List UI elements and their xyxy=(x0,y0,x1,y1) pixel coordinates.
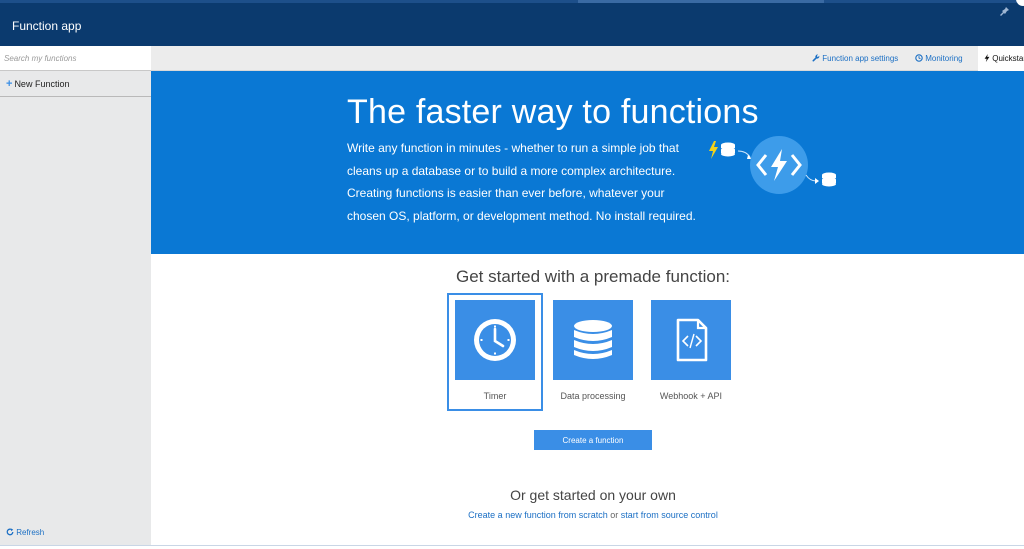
premade-title: Get started with a premade function: xyxy=(455,267,731,286)
new-function-button[interactable]: + New Function xyxy=(0,71,151,97)
monitor-clock-icon xyxy=(915,54,923,62)
data-processing-tile[interactable]: Data processing xyxy=(553,300,633,412)
create-from-scratch-link[interactable]: Create a new function from scratch xyxy=(468,510,608,520)
clock-icon xyxy=(474,319,516,361)
sidebar: +New Function Refresh xyxy=(0,46,151,545)
webhook-api-tile-box xyxy=(651,300,731,380)
database-icon xyxy=(574,320,612,359)
bolt-icon xyxy=(984,54,990,62)
refresh-icon xyxy=(6,528,14,536)
plus-icon: + xyxy=(6,78,13,90)
timer-tile[interactable]: Timer xyxy=(455,300,535,412)
webhook-api-tile-label: Webhook + API xyxy=(659,391,723,401)
webhook-api-tile[interactable]: Webhook + API xyxy=(651,300,731,412)
own-title: Or get started on your own xyxy=(510,487,676,503)
hero-title: The faster way to functions xyxy=(347,93,759,131)
own-links: Create a new function from scratch or st… xyxy=(151,510,1024,520)
function-app-settings-label: Function app settings xyxy=(822,54,899,63)
quickstart-tab[interactable]: Quickstart xyxy=(978,46,1024,71)
function-app-window: Function app +New Function Refresh Funct… xyxy=(0,0,1024,549)
wrench-icon xyxy=(812,54,820,62)
quickstart-label: Quickstart xyxy=(992,54,1024,63)
timer-tile-box xyxy=(455,300,535,380)
title-bar-topline xyxy=(0,0,1024,3)
refresh-label: Refresh xyxy=(16,528,45,537)
corner-badge xyxy=(1016,0,1024,6)
search-input[interactable] xyxy=(0,46,151,70)
app-title: Function app xyxy=(12,19,82,33)
new-function-label: New Function xyxy=(14,79,70,89)
create-function-button[interactable]: Create a function xyxy=(534,430,652,450)
title-bar-active-segment xyxy=(578,0,824,3)
bottom-border xyxy=(0,545,1024,549)
source-control-link[interactable]: start from source control xyxy=(621,510,718,520)
code-file-icon xyxy=(676,318,708,362)
refresh-button[interactable]: Refresh xyxy=(6,528,44,537)
data-processing-tile-box xyxy=(553,300,633,380)
hero-banner: The faster way to functions Write any fu… xyxy=(151,71,1024,254)
title-bar: Function app xyxy=(0,0,1024,46)
monitoring-label: Monitoring xyxy=(925,54,963,63)
functions-diagram-icon xyxy=(709,136,836,194)
toolbar: Function app settings Monitoring Quickst… xyxy=(151,46,1024,71)
function-app-settings-link[interactable]: Function app settings xyxy=(812,46,898,71)
search-box xyxy=(0,46,151,71)
pin-icon[interactable] xyxy=(1000,6,1010,16)
hero-description: Write any function in minutes - whether … xyxy=(347,141,696,223)
monitoring-link[interactable]: Monitoring xyxy=(915,46,963,71)
links-separator: or xyxy=(610,510,619,520)
